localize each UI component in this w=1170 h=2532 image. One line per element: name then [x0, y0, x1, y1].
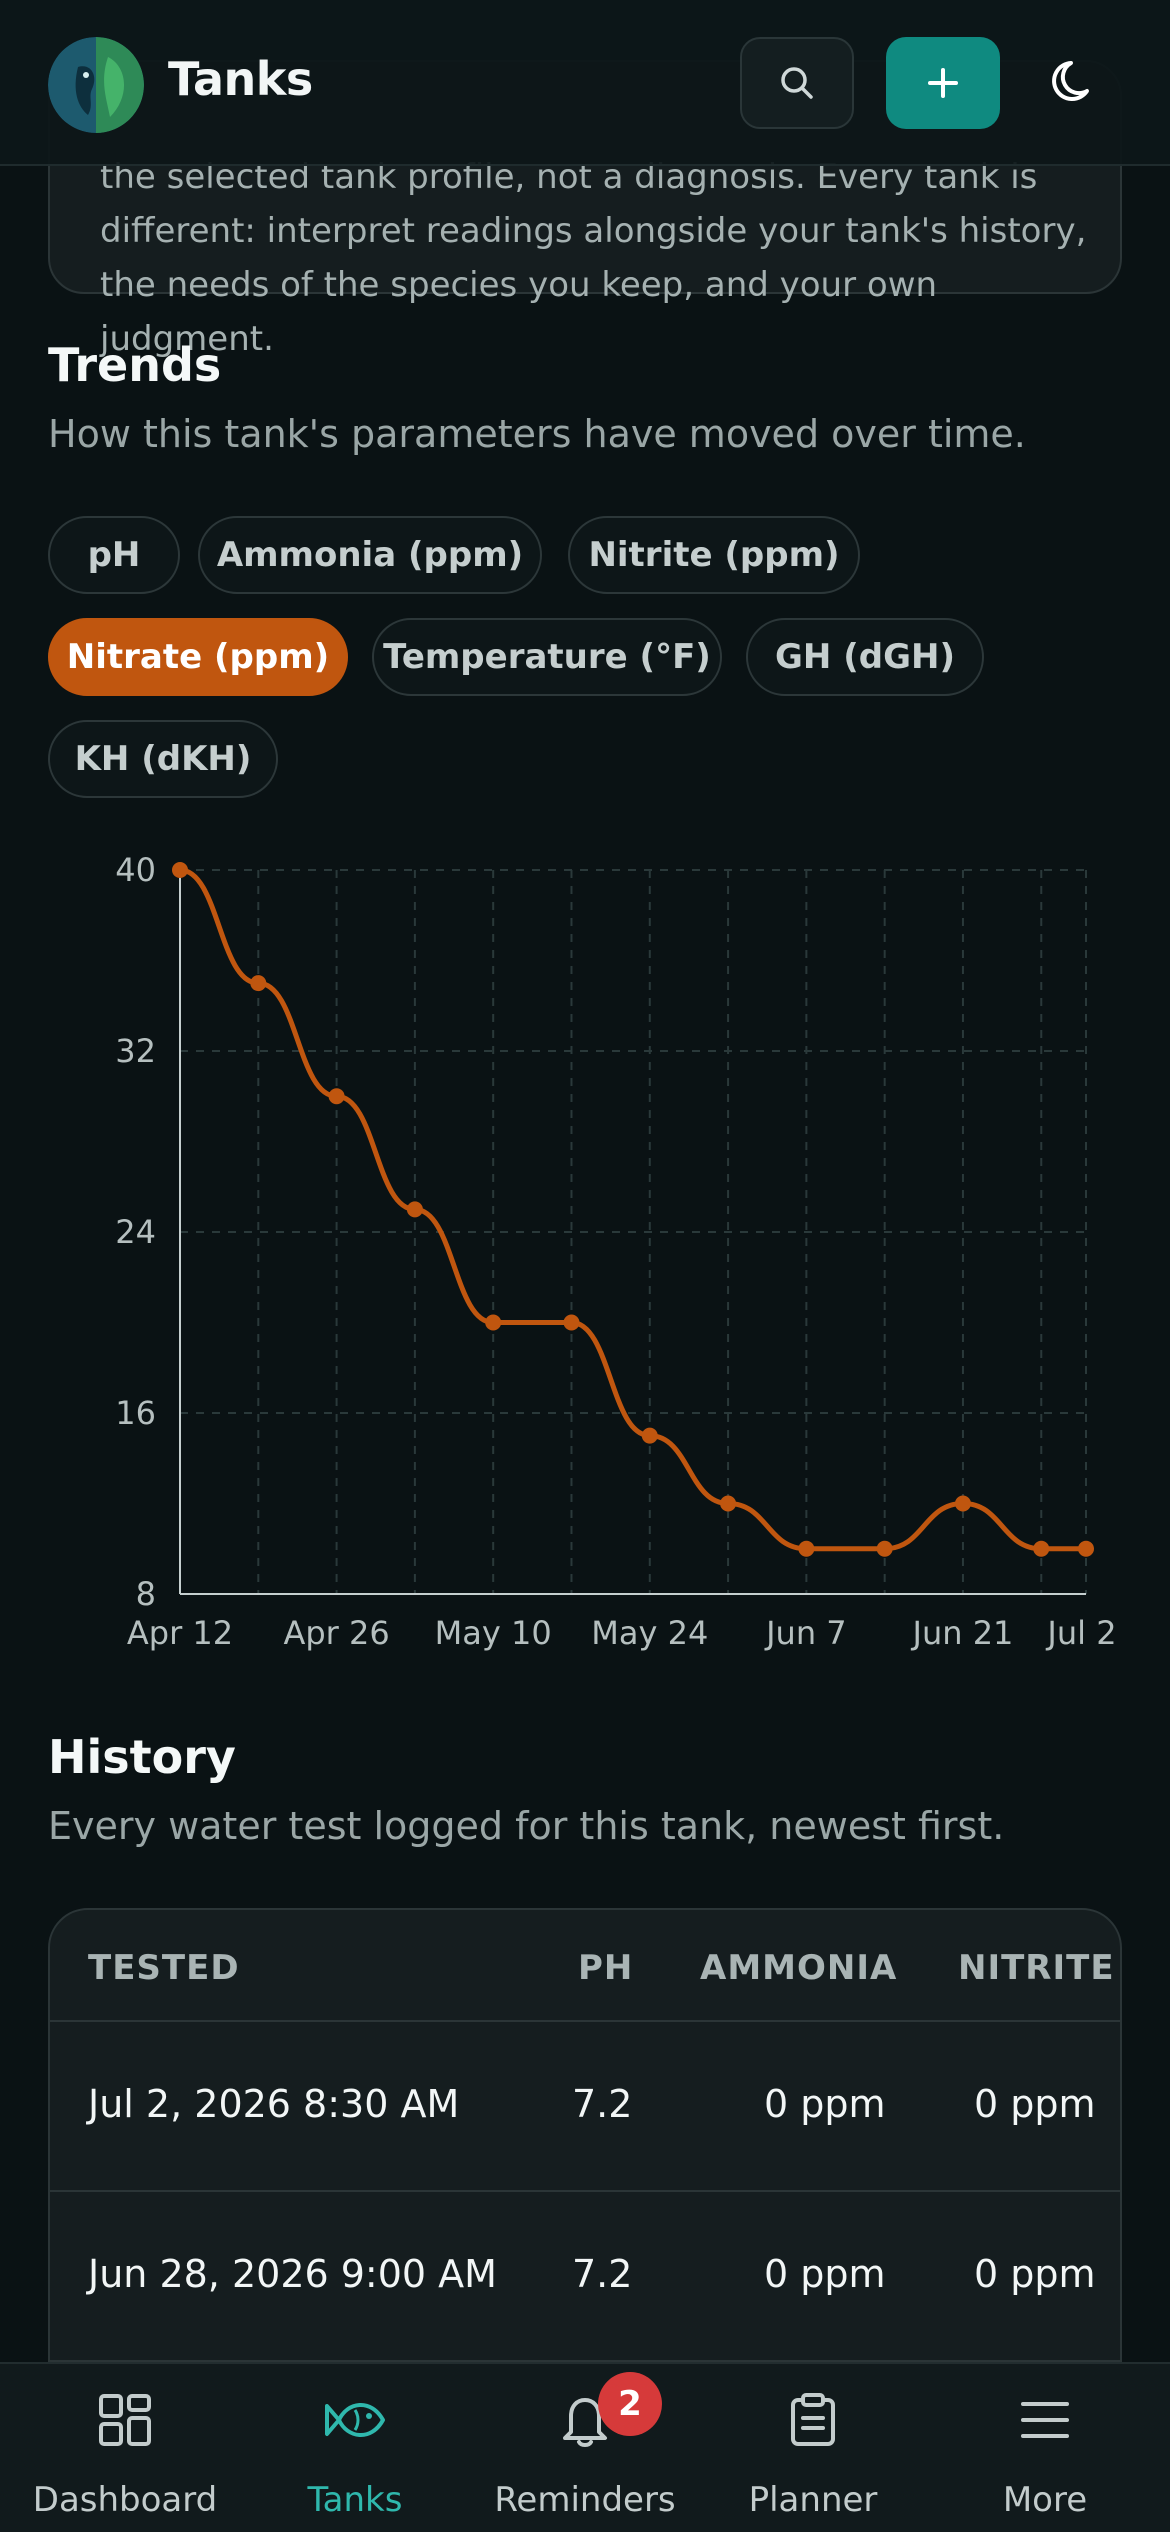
disclaimer-text: the selected tank profile, not a diagnos… [100, 157, 1087, 359]
trends-subtitle: How this tank's parameters have moved ov… [48, 412, 1026, 456]
data-point[interactable] [250, 975, 267, 992]
y-tick-label: 32 [115, 1032, 156, 1070]
data-point[interactable] [798, 1540, 815, 1557]
data-point[interactable] [563, 1314, 580, 1331]
data-point[interactable] [876, 1540, 893, 1557]
menu-icon [1021, 2402, 1069, 2438]
theme-toggle-button[interactable] [1030, 37, 1120, 129]
search-icon [781, 67, 813, 99]
nav-label-dashboard: Dashboard [32, 2480, 218, 2520]
data-point[interactable] [328, 1088, 345, 1105]
y-tick-label: 16 [115, 1394, 156, 1432]
trends-title: Trends [48, 338, 222, 392]
column-header-nitrite[interactable]: NITRITE [958, 1948, 1115, 1988]
chip-nitrate[interactable]: Nitrate (ppm) [48, 618, 348, 696]
nav-label-planner: Planner [748, 2480, 878, 2520]
column-header-ammonia[interactable]: AMMONIA [700, 1948, 897, 1988]
add-button[interactable] [886, 37, 1000, 129]
data-point[interactable] [172, 862, 188, 878]
cell-nitrite: 0 ppm [974, 2082, 1096, 2126]
x-tick-label: Jun 21 [911, 1614, 1014, 1652]
data-point[interactable] [406, 1201, 423, 1218]
x-tick-label: Jul 2 [1045, 1614, 1116, 1652]
reminders-badge: 2 [598, 2372, 662, 2436]
moon-icon [1052, 61, 1089, 101]
cell-ammonia: 0 ppm [764, 2082, 886, 2126]
table-row[interactable]: Jul 2, 2026 8:30 AM 7.2 0 ppm 0 ppm [50, 2022, 1120, 2192]
nav-item-planner[interactable]: Planner [696, 2364, 930, 2532]
cell-ph: 7.2 [572, 2252, 633, 2296]
table-row[interactable]: Jun 28, 2026 9:00 AM 7.2 0 ppm 0 ppm [50, 2192, 1120, 2362]
page-title: Tanks [168, 52, 313, 106]
data-point[interactable] [954, 1495, 971, 1512]
data-point[interactable] [641, 1427, 658, 1444]
x-tick-label: Apr 12 [127, 1614, 233, 1652]
chip-nitrite[interactable]: Nitrite (ppm) [568, 516, 860, 594]
bottom-nav: Dashboard Tanks 2 Reminders Planner More [0, 2362, 1170, 2532]
nav-item-more[interactable]: More [928, 2364, 1162, 2532]
cell-ammonia: 0 ppm [764, 2252, 886, 2296]
x-tick-label: Apr 26 [283, 1614, 389, 1652]
nav-label-reminders: Reminders [494, 2480, 676, 2520]
nav-label-more: More [1002, 2480, 1088, 2520]
nav-label-tanks: Tanks [307, 2480, 403, 2520]
column-header-tested[interactable]: TESTED [88, 1948, 240, 1988]
y-tick-label: 40 [115, 851, 156, 889]
cell-tested: Jul 2, 2026 8:30 AM [88, 2082, 460, 2126]
x-tick-label: Jun 7 [764, 1614, 847, 1652]
cell-nitrite: 0 ppm [974, 2252, 1096, 2296]
chip-kh[interactable]: KH (dKH) [48, 720, 278, 798]
nav-item-dashboard[interactable]: Dashboard [8, 2364, 242, 2532]
dashboard-grid-icon [99, 2394, 151, 2446]
search-button[interactable] [740, 37, 854, 129]
series-line [179, 867, 1086, 1552]
clipboard-icon [791, 2393, 835, 2446]
chip-gh[interactable]: GH (dGH) [746, 618, 984, 696]
nav-item-tanks[interactable]: Tanks [238, 2364, 472, 2532]
app-header: Tanks [0, 0, 1170, 166]
cell-ph: 7.2 [572, 2082, 633, 2126]
data-point[interactable] [485, 1314, 502, 1331]
history-title: History [48, 1730, 236, 1784]
nav-item-reminders[interactable]: 2 Reminders [468, 2364, 702, 2532]
nitrate-trend-chart: 8 16 24 32 40 Apr 12 Apr 26 May 10 May 24 Jun 7 Ju… [115, 851, 1116, 1652]
data-point[interactable] [1078, 1540, 1094, 1557]
chip-temperature[interactable]: Temperature (°F) [372, 618, 722, 696]
plus-icon [928, 68, 958, 98]
chip-ammonia[interactable]: Ammonia (ppm) [198, 516, 542, 594]
fish-leaf-logo [48, 37, 144, 133]
history-subtitle: Every water test logged for this tank, n… [48, 1804, 1005, 1848]
data-point[interactable] [1033, 1540, 1050, 1557]
data-point[interactable] [720, 1495, 737, 1512]
column-header-ph[interactable]: PH [578, 1948, 633, 1988]
x-tick-label: May 24 [591, 1614, 708, 1652]
y-tick-label: 24 [115, 1213, 156, 1251]
cell-tested: Jun 28, 2026 9:00 AM [88, 2252, 497, 2296]
chip-ph[interactable]: pH [48, 516, 180, 594]
y-tick-label: 8 [136, 1575, 156, 1613]
x-tick-label: May 10 [435, 1614, 552, 1652]
table-header: TESTED PH AMMONIA NITRITE [50, 1910, 1120, 2022]
fish-icon [325, 2403, 385, 2437]
